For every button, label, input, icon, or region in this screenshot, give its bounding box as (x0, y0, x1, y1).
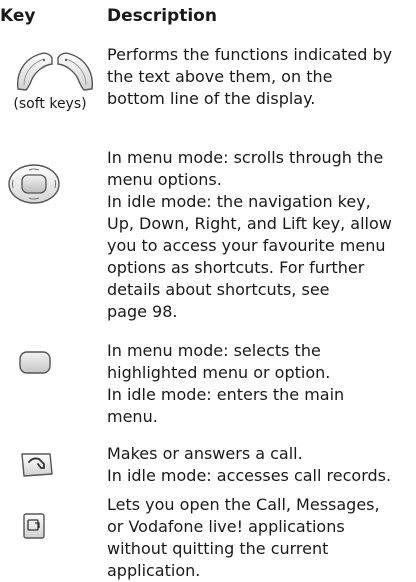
description-line: Performs the functions indicated by (107, 45, 393, 64)
application-key-description: Lets you open the Call, Messages, or Vod… (107, 494, 416, 582)
call-key-icon (21, 453, 53, 477)
soft-keys-icon (17, 52, 93, 91)
select-key-description: In menu mode: selects the highlighted me… (107, 340, 416, 428)
description-column-header: Description (107, 6, 217, 26)
application-key-icon (23, 513, 45, 539)
table-row-navigation-key: In menu mode: scrolls through the menu o… (0, 147, 416, 327)
key-column-header: Key (0, 6, 36, 26)
table-row-call-key: Makes or answers a call. In idle mode: a… (0, 443, 416, 493)
description-line: bottom line of the display. (107, 89, 316, 108)
description-line: options as shortcuts. For further (107, 258, 365, 277)
select-key-icon (19, 351, 51, 374)
description-line: In menu mode: scrolls through the (107, 148, 384, 167)
description-line: application. (107, 561, 201, 580)
description-line: Makes or answers a call. (107, 444, 303, 463)
description-line: highlighted menu or option. (107, 363, 331, 382)
navigation-key-icon (8, 164, 60, 204)
table-row-application-key: Lets you open the Call, Messages, or Vod… (0, 494, 416, 582)
description-line: In menu mode: selects the (107, 341, 321, 360)
description-line: or Vodafone live! applications (107, 517, 345, 536)
description-line: Up, Down, Right, and Lift key, allow (107, 214, 392, 233)
description-line: In idle mode: accesses call records. (107, 466, 392, 485)
description-line: page 98. (107, 302, 178, 321)
description-line: the text above them, on the (107, 67, 333, 86)
call-key-description: Makes or answers a call. In idle mode: a… (107, 443, 416, 487)
soft-keys-caption: (soft keys) (13, 96, 87, 112)
description-line: you to access your favourite menu (107, 236, 386, 255)
description-line: without quitting the current (107, 539, 329, 558)
soft-keys-description: Performs the functions indicated by the … (107, 44, 416, 110)
table-row-select-key: In menu mode: selects the highlighted me… (0, 340, 416, 430)
description-line: Lets you open the Call, Messages, (107, 495, 380, 514)
table-row-soft-keys: (soft keys) Performs the functions indic… (0, 44, 416, 134)
navigation-key-description: In menu mode: scrolls through the menu o… (107, 147, 416, 323)
description-line: In idle mode: the navigation key, (107, 192, 371, 211)
description-line: In idle mode: enters the main (107, 385, 345, 404)
description-line: menu. (107, 407, 158, 426)
key-description-page: Key Description (soft keys) Performs the… (0, 0, 416, 582)
description-line: menu options. (107, 170, 222, 189)
description-line: details about shortcuts, see (107, 280, 330, 299)
